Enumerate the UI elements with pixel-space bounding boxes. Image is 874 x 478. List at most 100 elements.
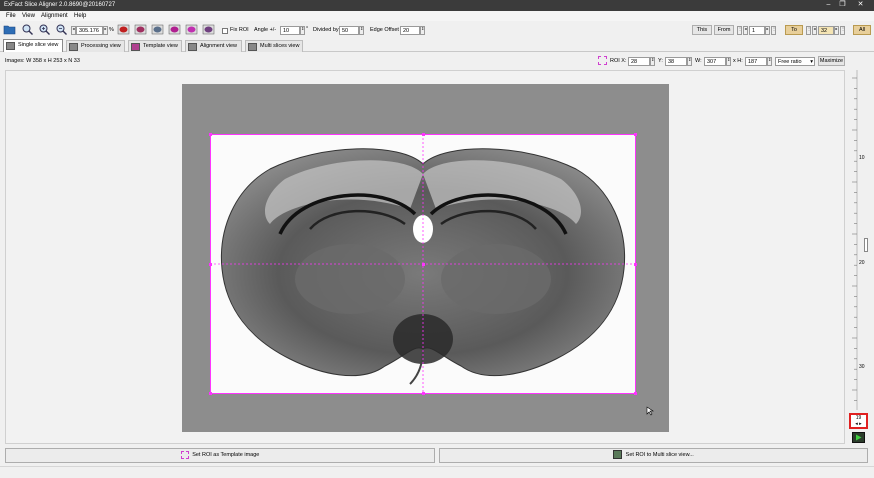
chevron-down-icon: ▾ bbox=[810, 59, 813, 65]
images-info: Images: W 358 x H 253 x N 33 bbox=[5, 58, 80, 64]
set-roi-template-button[interactable]: Set ROI as Template image bbox=[5, 448, 435, 463]
play-icon bbox=[856, 434, 862, 441]
tab-multi-slices-view[interactable]: Multi slices view bbox=[245, 40, 303, 52]
to-button[interactable]: To bbox=[785, 25, 803, 35]
minimize-icon[interactable]: – bbox=[824, 1, 833, 9]
slice-arrows: ◂ ▸ bbox=[855, 421, 862, 427]
from-next-icon[interactable]: ▸ bbox=[765, 26, 770, 35]
roi-handle-bottom[interactable] bbox=[422, 392, 425, 395]
angle-label: Angle +/- bbox=[254, 27, 277, 33]
restore-icon[interactable]: ❐ bbox=[838, 1, 847, 9]
roi-handle-right[interactable] bbox=[634, 263, 637, 266]
window-title: ExFact Slice Aligner 2.0.8690@20160727 bbox=[4, 2, 116, 8]
zoom-in-icon[interactable] bbox=[38, 23, 51, 36]
roi-h-spinner[interactable]: ⇕ bbox=[767, 57, 772, 66]
from-field[interactable]: 1 bbox=[749, 26, 765, 35]
single-slice-icon bbox=[6, 42, 15, 50]
roi-y-field[interactable]: 38 bbox=[665, 57, 687, 66]
roi-x-field[interactable]: 28 bbox=[628, 57, 650, 66]
edge-offset-spinner[interactable]: ⇕ bbox=[420, 26, 425, 35]
divided-by-field[interactable]: 50 bbox=[339, 26, 359, 35]
brain-slice-icon-6[interactable] bbox=[202, 23, 215, 36]
ruler-tick-label: 20 bbox=[859, 260, 865, 266]
degree-symbol: ° bbox=[306, 26, 309, 32]
brain-slice-icon-2[interactable] bbox=[134, 23, 147, 36]
angle-field[interactable]: 10 bbox=[280, 26, 300, 35]
divided-by-label: Divided by bbox=[313, 27, 339, 33]
all-button[interactable]: All bbox=[853, 25, 871, 35]
close-icon[interactable]: ✕ bbox=[856, 1, 865, 9]
roi-handle-bottom-right[interactable] bbox=[634, 392, 637, 395]
ruler-tick-label: 10 bbox=[859, 155, 865, 161]
template-icon bbox=[131, 43, 140, 51]
from-prev-icon[interactable]: ◂ bbox=[743, 26, 748, 35]
play-button[interactable] bbox=[852, 432, 865, 443]
view-tabs: Single slice view Processing view Templa… bbox=[0, 39, 874, 52]
tab-template-view[interactable]: Template view bbox=[128, 40, 182, 52]
open-folder-icon[interactable] bbox=[3, 23, 16, 36]
menu-file[interactable]: File bbox=[6, 13, 16, 19]
zoom-increment[interactable]: ▸ bbox=[103, 26, 108, 35]
divided-by-spinner[interactable]: ⇕ bbox=[359, 26, 364, 35]
alignment-icon bbox=[188, 43, 197, 51]
roi-handle-top[interactable] bbox=[422, 133, 425, 136]
zoom-out-icon[interactable] bbox=[55, 23, 68, 36]
roi-h-label: x H: bbox=[733, 58, 743, 64]
info-bar: Images: W 358 x H 253 x N 33 ROI X: 28 ⇕… bbox=[0, 53, 874, 69]
slice-ruler[interactable]: 10 20 30 bbox=[846, 70, 872, 422]
tab-alignment-view[interactable]: Alignment view bbox=[185, 40, 242, 52]
menu-bar: File View Alignment Help bbox=[0, 11, 874, 21]
roi-handle-left[interactable] bbox=[209, 263, 212, 266]
zoom-icon[interactable] bbox=[21, 23, 34, 36]
roi-h-field[interactable]: 187 bbox=[745, 57, 767, 66]
mouse-cursor-icon bbox=[646, 406, 654, 416]
to-next-icon[interactable]: ▸ bbox=[834, 26, 839, 35]
to-first-icon[interactable]: ⋮ bbox=[806, 26, 811, 35]
from-first-icon[interactable]: ⋮ bbox=[737, 26, 742, 35]
maximize-button[interactable]: Maximize bbox=[818, 56, 845, 66]
to-prev-icon[interactable]: ◂ bbox=[812, 26, 817, 35]
roi-x-label: ROI X: bbox=[610, 58, 627, 64]
from-button[interactable]: From bbox=[714, 25, 734, 35]
menu-alignment[interactable]: Alignment bbox=[41, 13, 68, 19]
to-field[interactable]: 32 bbox=[818, 26, 834, 35]
fix-roi-checkbox[interactable] bbox=[222, 28, 228, 34]
zoom-field[interactable]: 305.176 bbox=[76, 26, 103, 35]
roi-x-spinner[interactable]: ⇕ bbox=[650, 57, 655, 66]
brain-slice-icon-1[interactable] bbox=[117, 23, 130, 36]
edge-offset-field[interactable]: 20 bbox=[400, 26, 420, 35]
brain-slice-icon-4[interactable] bbox=[168, 23, 181, 36]
roi-handle-bottom-left[interactable] bbox=[209, 392, 212, 395]
roi-y-label: Y: bbox=[658, 58, 663, 64]
menu-view[interactable]: View bbox=[22, 13, 35, 19]
multi-slices-icon bbox=[248, 43, 257, 51]
roi-w-spinner[interactable]: ⇕ bbox=[726, 57, 731, 66]
menu-help[interactable]: Help bbox=[74, 13, 86, 19]
roi-handle-top-left[interactable] bbox=[209, 133, 212, 136]
roi-template-icon bbox=[180, 450, 189, 459]
tab-processing-view[interactable]: Processing view bbox=[66, 40, 125, 52]
tab-single-slice-view[interactable]: Single slice view bbox=[3, 39, 63, 52]
brain-slice-icon-5[interactable] bbox=[185, 23, 198, 36]
from-last-icon[interactable]: ⋮ bbox=[771, 26, 776, 35]
status-bar bbox=[0, 466, 874, 478]
roi-handle-center[interactable] bbox=[422, 263, 425, 266]
zoom-unit: % bbox=[109, 27, 114, 33]
ruler-ticks bbox=[852, 70, 858, 422]
roi-w-field[interactable]: 307 bbox=[704, 57, 726, 66]
current-slice-indicator[interactable]: 19 ◂ ▸ bbox=[849, 413, 868, 429]
ruler-slider-thumb[interactable] bbox=[864, 238, 868, 252]
fix-roi-label: Fix ROI bbox=[230, 27, 249, 33]
brain-slice-icon-3[interactable] bbox=[151, 23, 164, 36]
this-button[interactable]: This bbox=[692, 25, 712, 35]
title-bar: ExFact Slice Aligner 2.0.8690@20160727 –… bbox=[0, 0, 874, 11]
roi-icon bbox=[598, 56, 607, 65]
roi-y-spinner[interactable]: ⇕ bbox=[687, 57, 692, 66]
set-roi-multi-slice-button[interactable]: Set ROI to Multi slice view... bbox=[439, 448, 868, 463]
processing-icon bbox=[69, 43, 78, 51]
roi-handle-top-right[interactable] bbox=[634, 133, 637, 136]
ratio-select[interactable]: Free ratio ▾ bbox=[775, 57, 815, 66]
angle-spinner[interactable]: ⇕ bbox=[300, 26, 305, 35]
to-last-icon[interactable]: ⋮ bbox=[840, 26, 845, 35]
multi-slice-icon bbox=[613, 450, 623, 460]
